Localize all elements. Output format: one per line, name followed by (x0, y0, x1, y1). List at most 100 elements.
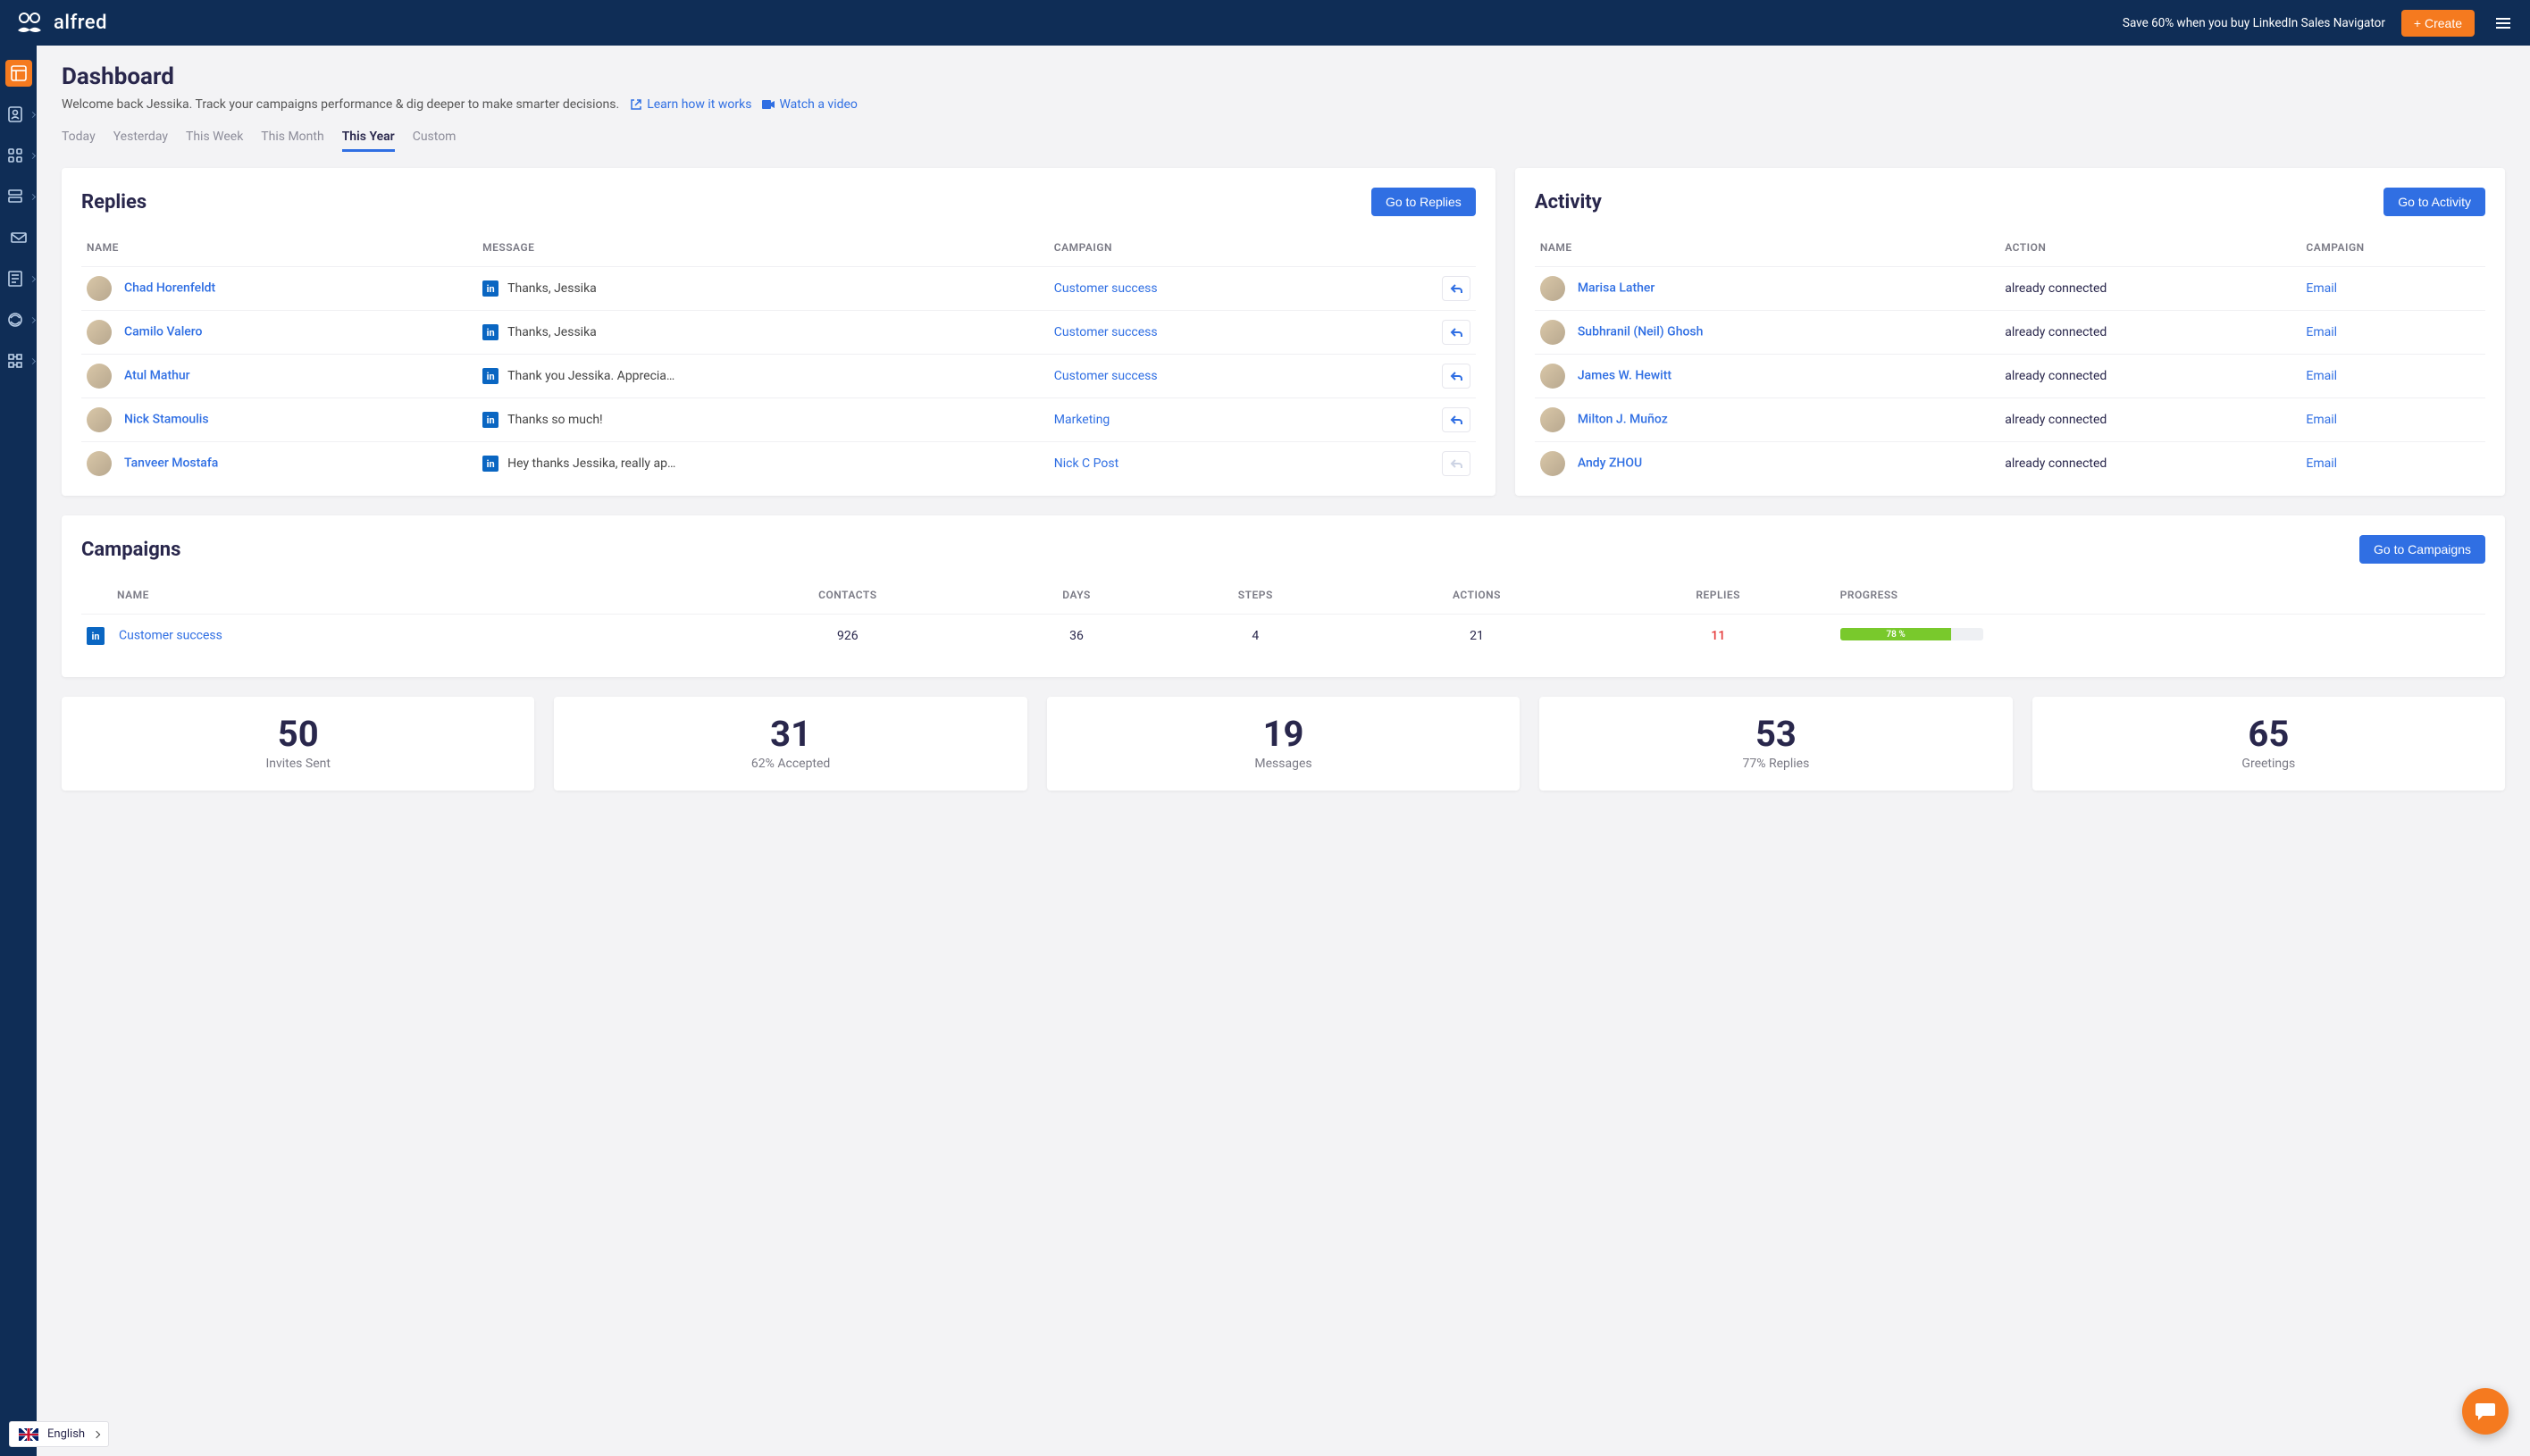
tab-this-month[interactable]: This Month (261, 124, 323, 152)
stat-value: 53 (1548, 713, 2003, 755)
person-link[interactable]: Subhranil (Neil) Ghosh (1578, 325, 1704, 339)
chat-launcher[interactable] (2462, 1388, 2509, 1435)
topbar: alfred Save 60% when you buy LinkedIn Sa… (0, 0, 2530, 46)
chevron-right-icon (29, 316, 36, 322)
campaign-link[interactable]: Customer success (1054, 325, 1158, 339)
go-to-campaigns-button[interactable]: Go to Campaigns (2359, 535, 2485, 564)
person-link[interactable]: Camilo Valero (124, 325, 203, 339)
reply-button[interactable] (1442, 320, 1470, 345)
person-link[interactable]: Atul Mathur (124, 369, 190, 383)
campaign-link[interactable]: Marketing (1054, 413, 1110, 427)
progress-bar: 78 % (1840, 628, 1983, 640)
linkedin-icon: in (482, 368, 498, 384)
tab-yesterday[interactable]: Yesterday (113, 124, 168, 152)
person-link[interactable]: Marisa Lather (1578, 281, 1655, 296)
campaign-link[interactable]: Email (2306, 456, 2337, 471)
stat-label: 77% Replies (1548, 757, 2003, 771)
replies-value: 11 (1602, 615, 1835, 658)
chevron-right-icon (29, 275, 36, 281)
person-link[interactable]: Andy ZHOU (1578, 456, 1642, 471)
avatar (87, 364, 112, 389)
stat-value: 50 (71, 713, 525, 755)
replies-title: Replies (81, 191, 147, 213)
brand-logo[interactable]: alfred (14, 11, 107, 36)
activity-row: James W. Hewittalready connectedEmail (1535, 355, 2485, 398)
chevron-right-icon (29, 111, 36, 117)
sidebar-integrations[interactable] (2, 347, 29, 374)
action-text: already connected (1999, 311, 2300, 355)
main-content: Dashboard Welcome back Jessika. Track yo… (37, 46, 2530, 1456)
chevron-right-icon (29, 357, 36, 364)
avatar (1540, 276, 1565, 301)
person-link[interactable]: Chad Horenfeldt (124, 281, 215, 296)
action-text: already connected (1999, 267, 2300, 311)
stat-card: 53 77% Replies (1539, 697, 2012, 791)
sidebar-support[interactable] (2, 306, 29, 333)
sidebar-dashboard[interactable] (5, 60, 32, 87)
activity-card: Activity Go to Activity NAME ACTION CAMP… (1515, 168, 2505, 496)
col-action: ACTION (1999, 234, 2300, 267)
reply-button[interactable] (1442, 451, 1470, 476)
menu-icon[interactable] (2491, 10, 2516, 37)
reply-row: Camilo ValeroinThanks, JessikaCustomer s… (81, 311, 1476, 355)
stat-card: 65 Greetings (2032, 697, 2505, 791)
person-link[interactable]: Tanveer Mostafa (124, 456, 218, 471)
stat-card: 50Invites Sent (62, 697, 534, 791)
go-to-activity-button[interactable]: Go to Activity (2383, 188, 2485, 216)
col-actions: ACTIONS (1352, 582, 1602, 615)
avatar (1540, 320, 1565, 345)
message-text: Hey thanks Jessika, really appreciat… (507, 456, 677, 471)
replies-table: NAME MESSAGE CAMPAIGN Chad HorenfeldtinT… (81, 234, 1476, 485)
language-picker[interactable]: English (9, 1421, 109, 1447)
flag-icon (19, 1428, 38, 1441)
col-steps: STEPS (1159, 582, 1352, 615)
stat-label: Greetings (2041, 757, 2496, 771)
reply-button[interactable] (1442, 364, 1470, 389)
sidebar-inbox[interactable] (5, 224, 32, 251)
stat-value: 19 (1056, 713, 1511, 755)
linkedin-icon: in (482, 324, 498, 340)
sidebar-reports[interactable] (2, 265, 29, 292)
action-text: already connected (1999, 442, 2300, 486)
col-name: NAME (81, 234, 477, 267)
avatar (1540, 364, 1565, 389)
reply-button[interactable] (1442, 407, 1470, 432)
tab-this-week[interactable]: This Week (186, 124, 243, 152)
message-text: Thank you Jessika. Appreciate the w… (507, 369, 677, 383)
campaign-row[interactable]: inCustomer success926364211178 % (81, 615, 2485, 658)
campaign-name[interactable]: Customer success (119, 629, 222, 643)
sidebar-apps[interactable] (2, 142, 29, 169)
tab-today[interactable]: Today (62, 124, 96, 152)
campaign-link[interactable]: Email (2306, 413, 2337, 427)
watch-link[interactable]: Watch a video (762, 97, 857, 112)
campaign-link[interactable]: Email (2306, 281, 2337, 296)
sidebar (0, 46, 37, 1456)
campaign-link[interactable]: Email (2306, 325, 2337, 339)
col-replies: REPLIES (1602, 582, 1835, 615)
person-link[interactable]: James W. Hewitt (1578, 369, 1671, 383)
tab-custom[interactable]: Custom (413, 124, 457, 152)
go-to-replies-button[interactable]: Go to Replies (1371, 188, 1476, 216)
learn-link[interactable]: Learn how it works (630, 97, 751, 112)
campaign-link[interactable]: Email (2306, 369, 2337, 383)
sidebar-templates[interactable] (2, 183, 29, 210)
days-value: 36 (994, 615, 1160, 658)
tab-this-year[interactable]: This Year (342, 124, 395, 152)
col-contacts: CONTACTS (701, 582, 994, 615)
stat-label: 62% Accepted (563, 757, 1018, 771)
person-link[interactable]: Nick Stamoulis (124, 413, 209, 427)
sidebar-contacts[interactable] (2, 101, 29, 128)
campaign-link[interactable]: Nick C Post (1054, 456, 1118, 471)
chevron-right-icon (93, 1430, 100, 1437)
col-name: NAME (1535, 234, 1999, 267)
stat-value: 65 (2041, 713, 2496, 755)
person-link[interactable]: Milton J. Muñoz (1578, 413, 1668, 427)
col-days: DAYS (994, 582, 1160, 615)
replies-card: Replies Go to Replies NAME MESSAGE CAMPA… (62, 168, 1495, 496)
avatar (87, 407, 112, 432)
create-button[interactable]: + Create (2401, 10, 2475, 37)
campaign-link[interactable]: Customer success (1054, 281, 1158, 296)
campaign-link[interactable]: Customer success (1054, 369, 1158, 383)
promo-text[interactable]: Save 60% when you buy LinkedIn Sales Nav… (2123, 16, 2385, 30)
reply-button[interactable] (1442, 276, 1470, 301)
